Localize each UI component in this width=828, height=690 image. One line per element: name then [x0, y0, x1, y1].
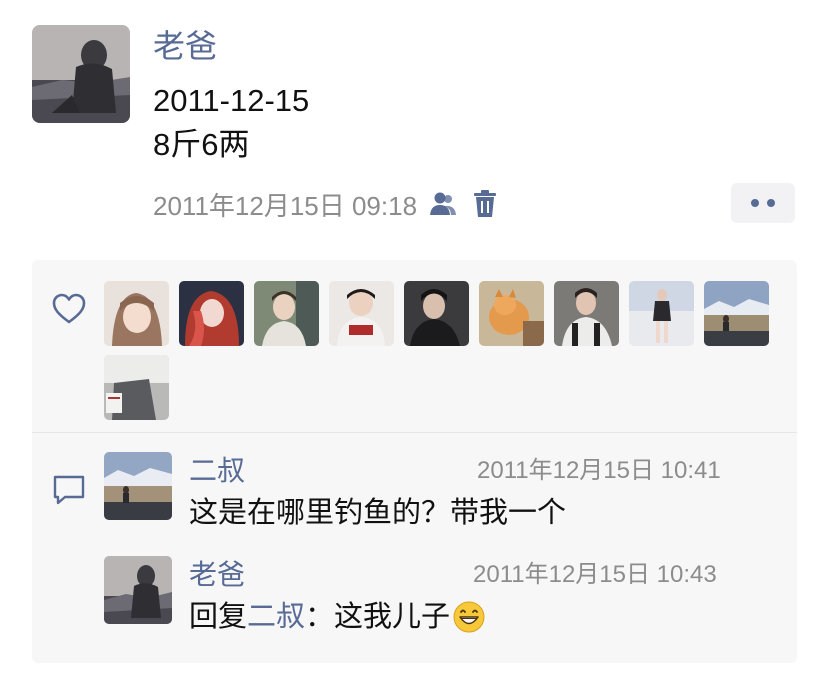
- commenter-name[interactable]: 老爸: [189, 558, 245, 592]
- commenter-avatar[interactable]: [104, 452, 172, 520]
- liker-avatar-7[interactable]: [554, 281, 619, 346]
- reply-colon: ：: [305, 601, 335, 633]
- reply-target-name[interactable]: 二叔: [247, 598, 305, 636]
- comment-timestamp: 2011年12月15日 10:43: [473, 561, 717, 588]
- author-avatar[interactable]: [32, 25, 130, 123]
- post-meta-row: 2011年12月15日 09:18: [153, 186, 501, 222]
- liker-avatar-8[interactable]: [629, 281, 694, 346]
- comment-body: 这我儿子: [334, 601, 451, 633]
- more-dot: [767, 199, 775, 207]
- more-dot: [751, 199, 759, 207]
- liker-avatar-1[interactable]: [104, 281, 169, 346]
- liker-avatar-3[interactable]: [254, 281, 319, 346]
- comment-timestamp: 2011年12月15日 10:41: [477, 457, 721, 484]
- more-dots-icon[interactable]: [731, 183, 795, 223]
- contacts-icon[interactable]: [427, 188, 459, 220]
- liker-avatar-6[interactable]: [479, 281, 544, 346]
- post-text-line: 2011-12-15: [153, 83, 310, 118]
- liker-avatar-5[interactable]: [404, 281, 469, 346]
- post-author-name[interactable]: 老爸: [153, 26, 217, 66]
- comment-text[interactable]: 这是在哪里钓鱼的？带我一个: [189, 494, 566, 532]
- comment-icon: [51, 473, 87, 507]
- grinning-face-emoji: [452, 600, 486, 634]
- panel-divider: [32, 432, 797, 433]
- commenter-name[interactable]: 二叔: [189, 454, 245, 488]
- comment-body: 这是在哪里钓鱼的？带我一个: [189, 497, 567, 529]
- post-text-line: 8斤6两: [153, 127, 250, 162]
- heart-icon: [51, 292, 87, 326]
- comment-text[interactable]: 回复 二叔：这我儿子: [189, 598, 486, 636]
- trash-icon[interactable]: [469, 188, 501, 220]
- commenter-avatar[interactable]: [104, 556, 172, 624]
- liker-avatar-10[interactable]: [104, 355, 169, 420]
- liker-avatar-9[interactable]: [704, 281, 769, 346]
- reply-prefix: 回复: [189, 601, 248, 633]
- liker-avatar-4[interactable]: [329, 281, 394, 346]
- post-timestamp: 2011年12月15日 09:18: [153, 190, 418, 221]
- liker-avatar-2[interactable]: [179, 281, 244, 346]
